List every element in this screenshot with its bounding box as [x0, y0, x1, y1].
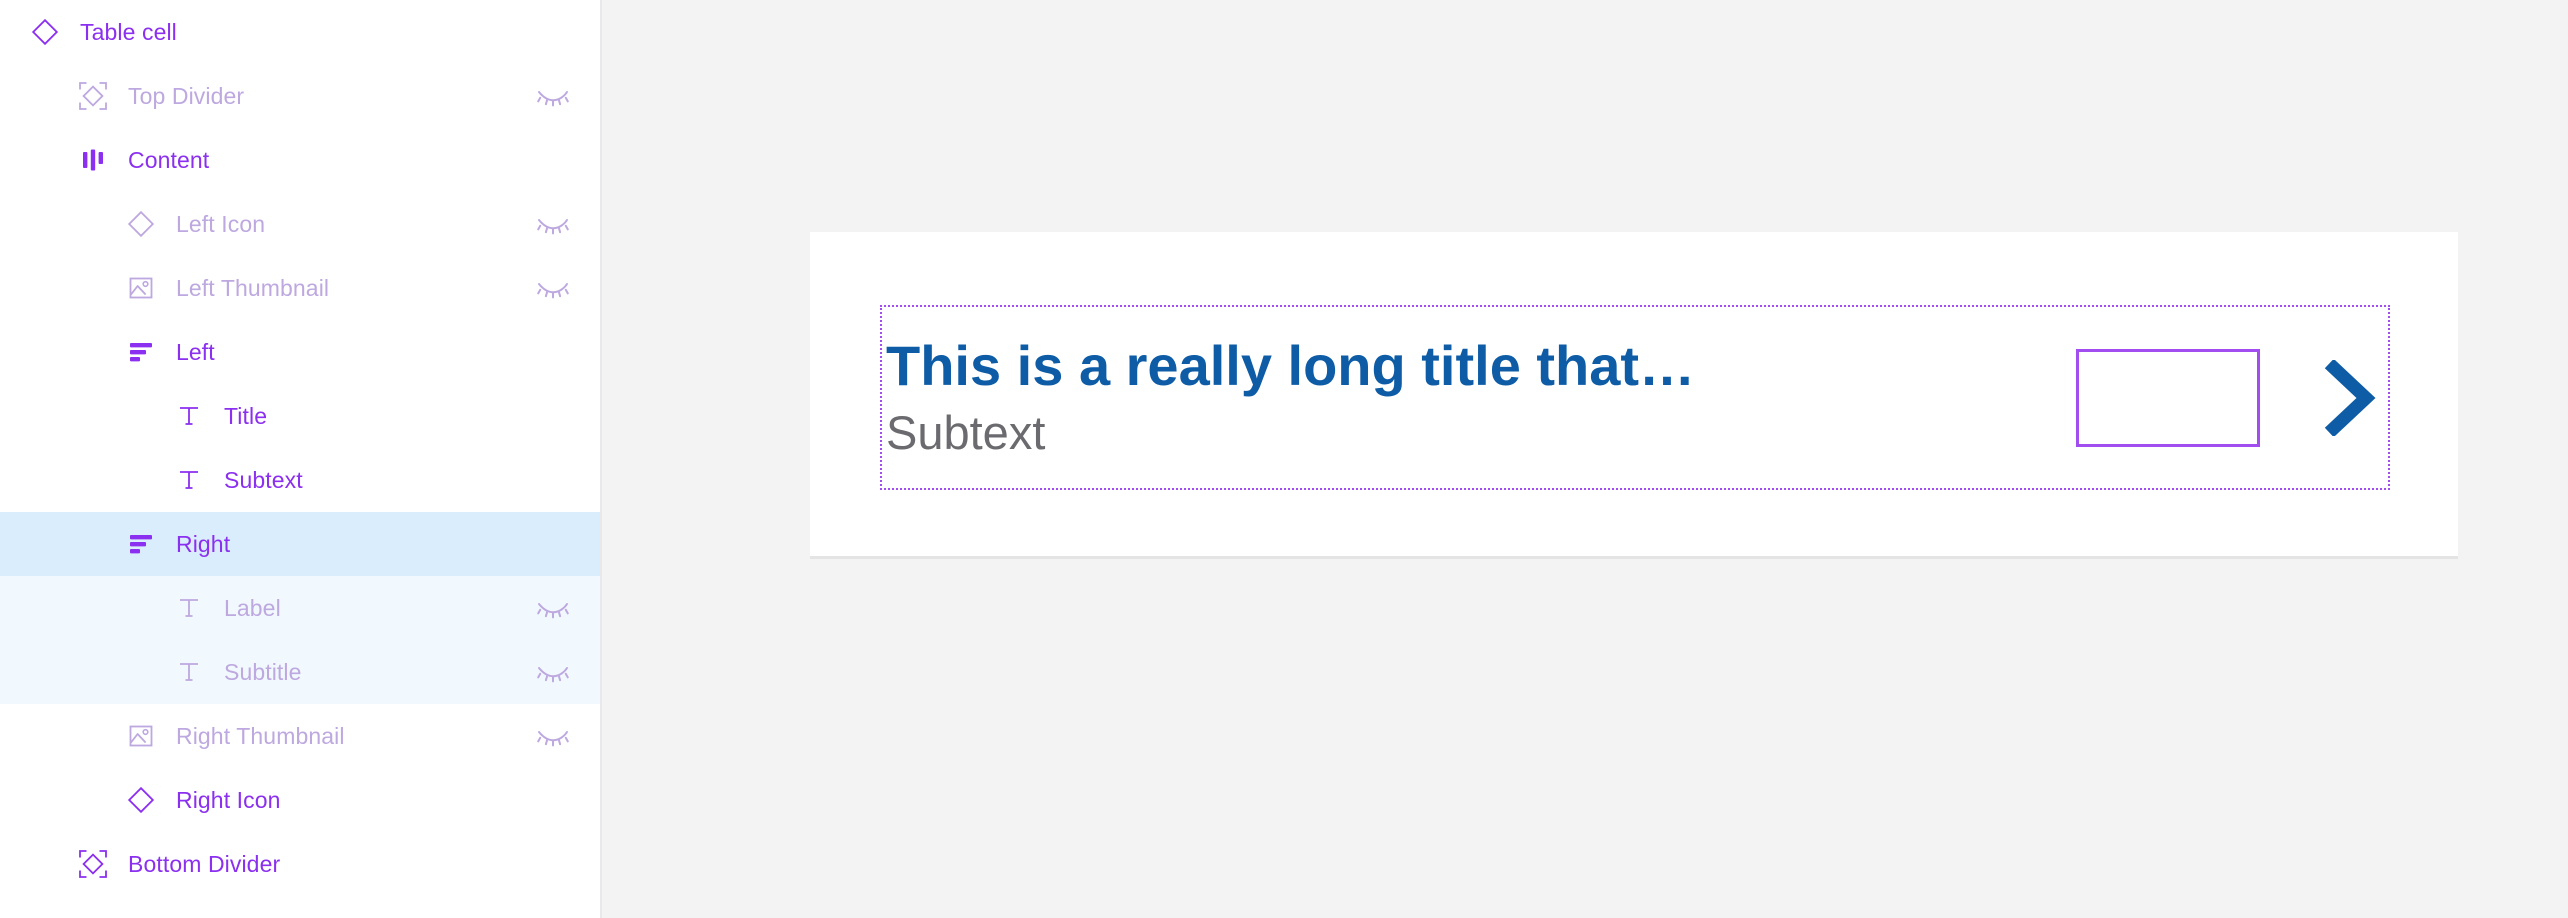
layer-row-left-icon[interactable]: Left Icon: [0, 192, 600, 256]
layer-row-table-cell[interactable]: Table cell: [0, 0, 600, 64]
text-icon: [170, 653, 208, 691]
table-cell-title: This is a really long title that…: [886, 334, 1696, 398]
eye-off-icon[interactable]: [536, 655, 570, 689]
table-cell-card[interactable]: This is a really long title that… Subtex…: [810, 232, 2458, 556]
layer-row-label: Right Thumbnail: [176, 722, 345, 749]
layer-row-label: Subtitle: [224, 658, 302, 685]
layer-row-label: Title: [224, 402, 268, 429]
component-diamond-icon: [122, 781, 160, 819]
component-diamond-icon: [122, 205, 160, 243]
image-icon: [122, 269, 160, 307]
eye-off-icon[interactable]: [536, 719, 570, 753]
layer-row-right-icon[interactable]: Right Icon: [0, 768, 600, 832]
text-icon: [170, 461, 208, 499]
text-icon: [170, 589, 208, 627]
text-icon: [170, 397, 208, 435]
right-selected-empty-frame[interactable]: [2076, 348, 2260, 447]
layer-row-label: Top Divider: [128, 82, 245, 109]
layer-row-title[interactable]: Title: [0, 384, 600, 448]
layer-row-bottom-divider[interactable]: Bottom Divider: [0, 832, 600, 896]
instance-diamond-icon: [74, 77, 112, 115]
eye-off-icon[interactable]: [536, 271, 570, 305]
right-group[interactable]: [2076, 348, 2388, 447]
chevron-right-icon[interactable]: [2318, 359, 2378, 436]
layer-row-label: Left: [176, 338, 215, 365]
layer-row-label: Table cell: [80, 18, 177, 45]
component-diamond-icon: [26, 13, 64, 51]
table-cell-subtext: Subtext: [886, 406, 1046, 460]
figma-editor-window: Table cell Top Divider Content Left Icon Lef…: [0, 0, 2568, 918]
layer-row-right[interactable]: Right: [0, 512, 600, 576]
layer-row-label: Subtext: [224, 466, 303, 493]
layer-row-right-thumbnail[interactable]: Right Thumbnail: [0, 704, 600, 768]
layer-row-content[interactable]: Content: [0, 128, 600, 192]
design-canvas[interactable]: This is a really long title that… Subtex…: [602, 0, 2568, 918]
layer-row-top-divider[interactable]: Top Divider: [0, 64, 600, 128]
left-group[interactable]: This is a really long title that… Subtex…: [882, 333, 2076, 461]
eye-off-icon[interactable]: [536, 207, 570, 241]
eye-off-icon[interactable]: [536, 591, 570, 625]
layer-row-label: Right: [176, 530, 231, 557]
layer-row-subtext[interactable]: Subtext: [0, 448, 600, 512]
autolayout-horizontal-icon: [74, 141, 112, 179]
layer-row-label: Content: [128, 146, 210, 173]
layer-row-left-thumbnail[interactable]: Left Thumbnail: [0, 256, 600, 320]
layer-row-label: Label: [224, 594, 281, 621]
instance-diamond-icon: [74, 845, 112, 883]
layer-row-label: Bottom Divider: [128, 850, 281, 877]
autolayout-vertical-icon: [122, 333, 160, 371]
layer-row-label: Left Icon: [176, 210, 266, 237]
content-selection-frame[interactable]: This is a really long title that… Subtex…: [880, 305, 2390, 490]
image-icon: [122, 717, 160, 755]
layer-row-subtitle[interactable]: Subtitle: [0, 640, 600, 704]
layer-row-label[interactable]: Label: [0, 576, 600, 640]
layers-panel[interactable]: Table cell Top Divider Content Left Icon Lef…: [0, 0, 602, 918]
layer-row-left[interactable]: Left: [0, 320, 600, 384]
autolayout-vertical-icon: [122, 525, 160, 563]
layer-row-label: Left Thumbnail: [176, 274, 330, 301]
eye-off-icon[interactable]: [536, 79, 570, 113]
layer-row-label: Right Icon: [176, 786, 281, 813]
